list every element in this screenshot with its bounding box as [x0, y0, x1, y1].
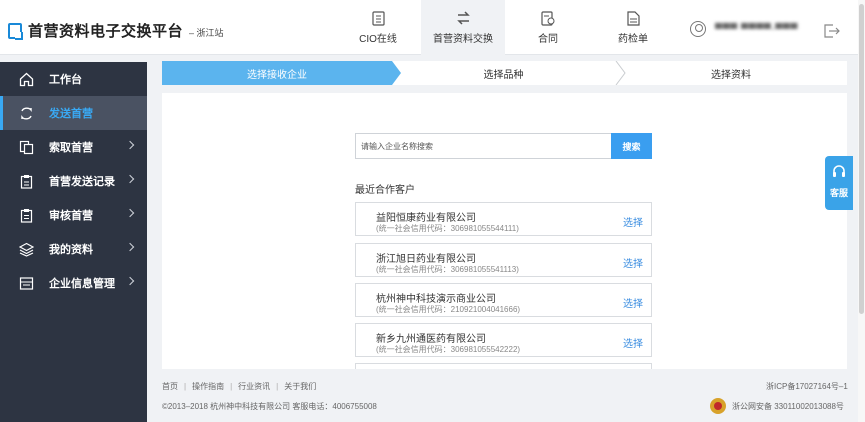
sidebar-item-label: 企业信息管理	[49, 278, 115, 290]
scrollbar-thumb[interactable]	[859, 4, 864, 314]
user-menu[interactable]: ▀▀▀ ▀▀▀▀-▀▀▀	[690, 21, 798, 37]
customer-card-partial[interactable]	[355, 363, 652, 369]
chevron-right-icon	[125, 174, 135, 184]
sidebar-item-dashboard[interactable]: 工作台	[0, 62, 147, 96]
sidebar-item-label: 我的资料	[49, 244, 93, 256]
logo-icon	[8, 22, 23, 40]
brand-logo[interactable]: 首营资料电子交换平台 – 浙江站	[8, 20, 224, 41]
document-icon	[371, 10, 385, 26]
search-button[interactable]: 搜索	[611, 133, 652, 159]
top-header: 首营资料电子交换平台 – 浙江站 CIO在线 首营资料交换 合同 药检单 ▀▀▀…	[0, 0, 858, 55]
footer-link-about[interactable]: 关于我们	[284, 382, 316, 391]
nav-label: CIO在线	[359, 33, 397, 45]
chevron-right-icon	[125, 140, 135, 150]
nav-exchange[interactable]: 首营资料交换	[421, 0, 505, 55]
select-button[interactable]: 选择	[623, 335, 643, 350]
customer-credit-code: (统一社会信用代码：210921004041666)	[376, 305, 521, 314]
customer-name: 益阳恒康药业有限公司	[376, 213, 476, 224]
footer-police-record[interactable]: 浙公网安备 33011002013088号	[710, 398, 844, 414]
customer-service-widget[interactable]: 客服	[825, 156, 853, 210]
nav-label: 合同	[538, 33, 558, 45]
footer-link-guide[interactable]: 操作指南	[192, 382, 224, 391]
request-icon	[19, 140, 34, 155]
customer-card[interactable]: 浙江旭日药业有限公司 (统一社会信用代码：306981055541113) 选择	[355, 243, 652, 277]
sidebar-item-label: 工作台	[49, 74, 82, 86]
main-content: 选择接收企业 选择品种 选择资料 请输入企业名称搜索 搜索 最近合作客户 益阳恒…	[147, 55, 858, 422]
customer-name: 新乡九州通医药有限公司	[376, 334, 486, 345]
building-icon	[19, 276, 34, 291]
sidebar-item-send-records[interactable]: 首营发送记录	[0, 164, 147, 198]
step-select-materials[interactable]: 选择资料	[615, 61, 847, 85]
nav-label: 药检单	[618, 33, 648, 45]
chevron-right-icon	[125, 276, 135, 286]
clipboard-icon	[19, 174, 34, 189]
recent-customers-title: 最近合作客户	[355, 185, 415, 196]
customer-name: 浙江旭日药业有限公司	[376, 254, 476, 265]
nav-contract[interactable]: 合同	[506, 0, 590, 55]
report-icon	[626, 10, 640, 26]
company-select-panel: 请输入企业名称搜索 搜索 最近合作客户 益阳恒康药业有限公司 (统一社会信用代码…	[162, 93, 847, 369]
customer-credit-code: (统一社会信用代码：306981055544111)	[376, 224, 519, 233]
police-record-text: 浙公网安备 33011002013088号	[732, 401, 844, 411]
footer-icp[interactable]: 浙ICP备17027164号–1	[766, 381, 848, 392]
headset-icon	[833, 165, 845, 177]
select-button[interactable]: 选择	[623, 295, 643, 310]
logout-button[interactable]	[824, 24, 840, 43]
step-progress: 选择接收企业 选择品种 选择资料	[162, 61, 847, 85]
company-search-input[interactable]: 请输入企业名称搜索	[355, 133, 611, 159]
top-nav: CIO在线 首营资料交换 合同 药检单	[336, 0, 676, 55]
sidebar-item-send[interactable]: 发送首营	[0, 96, 147, 130]
layers-icon	[19, 242, 34, 257]
audit-icon	[19, 208, 34, 223]
sidebar-item-company-info[interactable]: 企业信息管理	[0, 266, 147, 300]
select-button[interactable]: 选择	[623, 214, 643, 229]
home-icon	[19, 72, 34, 87]
customer-card[interactable]: 益阳恒康药业有限公司 (统一社会信用代码：306981055544111) 选择	[355, 202, 652, 236]
sidebar-item-label: 发送首营	[49, 108, 93, 120]
user-name: ▀▀▀ ▀▀▀▀-▀▀▀	[715, 23, 798, 35]
customer-service-label: 客服	[829, 188, 848, 198]
customer-card[interactable]: 新乡九州通医药有限公司 (统一社会信用代码：306981055542222) 选…	[355, 323, 652, 357]
step-select-variety[interactable]: 选择品种	[392, 61, 615, 85]
exchange-icon	[456, 10, 470, 25]
customer-name: 杭州神中科技演示商业公司	[376, 294, 496, 305]
nav-label: 首营资料交换	[433, 33, 493, 45]
customer-card[interactable]: 杭州神中科技演示商业公司 (统一社会信用代码：210921004041666) …	[355, 283, 652, 317]
sidebar-item-audit[interactable]: 审核首营	[0, 198, 147, 232]
brand-subtitle: – 浙江站	[189, 27, 224, 38]
sidebar-item-my-materials[interactable]: 我的资料	[0, 232, 147, 266]
footer-link-news[interactable]: 行业资讯	[238, 382, 270, 391]
nav-drug-report[interactable]: 药检单	[591, 0, 675, 55]
police-badge-icon	[710, 398, 726, 414]
footer-copyright: ©2013–2018 杭州神中科技有限公司 客服电话：4006755008	[162, 402, 377, 411]
send-icon	[19, 106, 34, 121]
footer-links: 首页 | 操作指南 | 行业资讯 | 关于我们	[162, 382, 317, 391]
contract-icon	[541, 10, 555, 26]
sidebar-item-request[interactable]: 索取首营	[0, 130, 147, 164]
chevron-right-icon	[125, 242, 135, 252]
brand-title: 首营资料电子交换平台	[28, 23, 184, 40]
sidebar-item-label: 首营发送记录	[49, 176, 115, 188]
step-select-company[interactable]: 选择接收企业	[162, 61, 401, 85]
avatar-icon	[690, 21, 706, 37]
customer-credit-code: (统一社会信用代码：306981055541113)	[376, 265, 519, 274]
customer-credit-code: (统一社会信用代码：306981055542222)	[376, 345, 521, 354]
sidebar-item-label: 审核首营	[49, 210, 93, 222]
nav-cio-online[interactable]: CIO在线	[336, 0, 420, 55]
sidebar-item-label: 索取首营	[49, 142, 93, 154]
footer-link-home[interactable]: 首页	[162, 382, 178, 391]
chevron-right-icon	[125, 208, 135, 218]
select-button[interactable]: 选择	[623, 255, 643, 270]
sidebar: 工作台 发送首营 索取首营 首营发送记录 审核首营 我的资料 企业信息管理	[0, 62, 147, 422]
logout-icon	[824, 24, 840, 38]
step-separator	[615, 61, 626, 85]
